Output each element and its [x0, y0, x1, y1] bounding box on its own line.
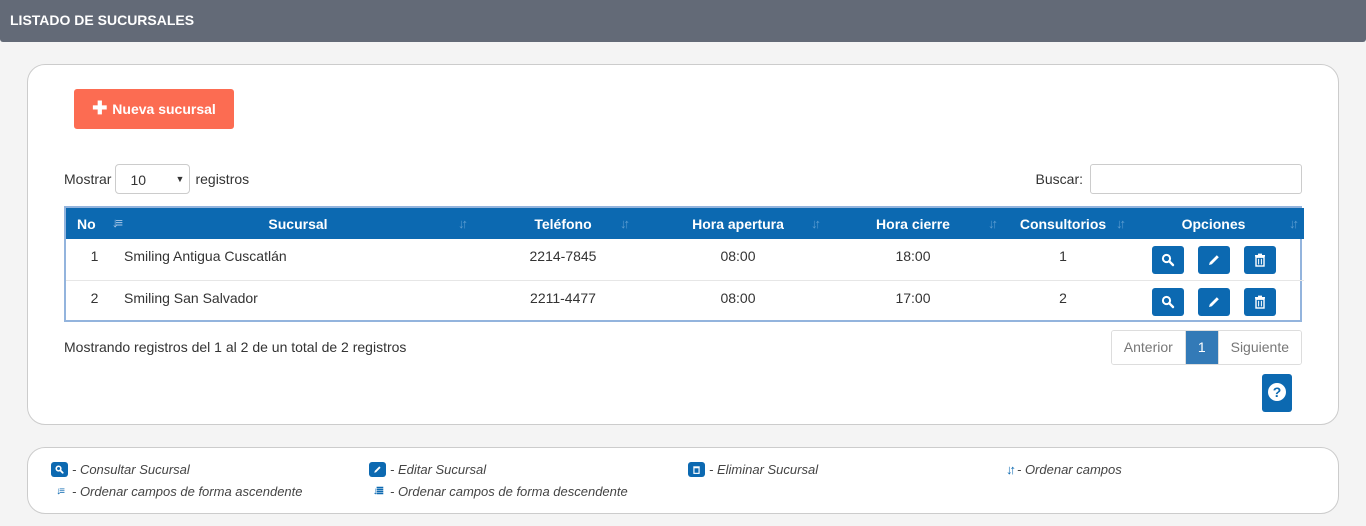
sort-icon: ↓↑ — [458, 216, 468, 231]
sort-icon: ↓↑ — [1116, 216, 1126, 231]
table-header-row: No ↓≡ Sucursal ↓↑ Teléfono ↓↑ Hora apert… — [66, 208, 1304, 239]
icon-legend: - Consultar Sucursal - Editar Sucursal -… — [27, 447, 1339, 514]
column-header-opciones[interactable]: Opciones ↓↑ — [1123, 208, 1304, 239]
branches-table: No ↓≡ Sucursal ↓↑ Teléfono ↓↑ Hora apert… — [64, 206, 1304, 322]
column-header-hora-apertura[interactable]: Hora apertura ↓↑ — [653, 208, 823, 239]
legend-item-sort-desc: ↓≣ - Ordenar campos de forma descendente — [369, 484, 628, 499]
legend-label: - Ordenar campos de forma ascendente — [72, 484, 303, 499]
cell-sucursal: Smiling San Salvador — [124, 289, 258, 306]
legend-label: - Consultar Sucursal — [72, 462, 190, 477]
view-button[interactable] — [1151, 246, 1184, 274]
sort-asc-icon: ↓≡ — [56, 486, 65, 497]
column-header-no[interactable]: No ↓≡ — [66, 208, 123, 239]
column-header-label: Hora apertura — [692, 215, 784, 232]
edit-button[interactable] — [1197, 246, 1230, 274]
search-input[interactable] — [1090, 164, 1302, 194]
plus-icon: ✚ — [92, 98, 108, 118]
search-control: Buscar: — [1036, 164, 1302, 194]
table-row: 1 Smiling Antigua Cuscatlán 2214-7845 08… — [66, 239, 1304, 280]
column-header-label: No — [77, 215, 96, 232]
pencil-icon — [369, 462, 386, 477]
sort-icon: ↓↑ — [988, 216, 998, 231]
sort-icon: ↓↑ — [620, 216, 630, 231]
search-label: Buscar: — [1035, 171, 1083, 187]
pagination: Anterior 1 Siguiente — [1110, 330, 1302, 365]
cell-no: 2 — [90, 289, 99, 306]
legend-item-view: - Consultar Sucursal — [51, 462, 190, 477]
cell-hora-apertura: 08:00 — [720, 289, 756, 306]
legend-item-delete: - Eliminar Sucursal — [688, 462, 818, 477]
main-card: ✚ Nueva sucursal Mostrar 10 ▼ registros … — [27, 64, 1339, 425]
column-header-label: Sucursal — [268, 215, 328, 232]
sort-icon: ↓↑ — [1006, 462, 1016, 477]
page-length-value: 10 — [130, 172, 147, 188]
search-icon — [1161, 295, 1174, 308]
edit-button[interactable] — [1197, 287, 1230, 316]
column-header-label: Hora cierre — [876, 215, 950, 232]
delete-button[interactable] — [1243, 287, 1276, 316]
view-button[interactable] — [1151, 287, 1184, 316]
search-icon — [51, 462, 68, 477]
legend-label: - Editar Sucursal — [390, 462, 487, 477]
cell-telefono: 2214-7845 — [529, 248, 597, 264]
pagination-page-1[interactable]: 1 — [1185, 331, 1218, 364]
search-icon — [1161, 253, 1174, 267]
column-header-hora-cierre[interactable]: Hora cierre ↓↑ — [823, 208, 1003, 239]
page-header: LISTADO DE SUCURSALES — [0, 0, 1366, 42]
new-branch-label: Nueva sucursal — [112, 101, 216, 117]
page-title: LISTADO DE SUCURSALES — [10, 12, 195, 28]
column-header-sucursal[interactable]: Sucursal ↓↑ — [123, 208, 473, 239]
length-prefix: Mostrar — [64, 171, 112, 187]
sort-icon: ↓↑ — [811, 216, 821, 231]
page-length-select[interactable]: 10 ▼ — [115, 164, 191, 194]
page-length-control: Mostrar 10 ▼ registros — [64, 164, 249, 194]
pagination-prev[interactable]: Anterior — [1111, 331, 1186, 364]
cell-opciones — [1123, 239, 1304, 280]
new-branch-button[interactable]: ✚ Nueva sucursal — [74, 89, 234, 129]
length-suffix: registros — [195, 171, 250, 187]
cell-sucursal: Smiling Antigua Cuscatlán — [124, 248, 287, 264]
legend-label: - Eliminar Sucursal — [709, 462, 819, 477]
question-icon: ? — [1268, 383, 1286, 401]
trash-icon — [688, 462, 705, 477]
table-row: 2 Smiling San Salvador 2211-4477 08:00 1… — [66, 280, 1304, 321]
cell-consultorios: 1 — [1059, 248, 1067, 264]
chevron-down-icon: ▼ — [175, 174, 185, 184]
cell-hora-cierre: 18:00 — [895, 248, 931, 264]
legend-item-sort: ↓↑ - Ordenar campos — [1006, 462, 1122, 477]
cell-consultorios: 2 — [1059, 289, 1067, 306]
cell-telefono: 2211-4477 — [530, 289, 596, 306]
cell-hora-cierre: 17:00 — [895, 289, 931, 306]
sort-icon: ↓↑ — [1289, 216, 1299, 231]
cell-no: 1 — [90, 248, 99, 264]
cell-hora-apertura: 08:00 — [720, 248, 756, 264]
trash-icon — [1254, 253, 1265, 267]
column-header-telefono[interactable]: Teléfono ↓↑ — [473, 208, 653, 239]
column-header-label: Consultorios — [1019, 215, 1107, 232]
delete-button[interactable] — [1243, 246, 1276, 274]
help-button[interactable]: ? — [1262, 374, 1292, 412]
sort-desc-icon: ↓≣ — [372, 486, 384, 497]
trash-icon — [1254, 295, 1265, 309]
column-header-label: Teléfono — [534, 215, 592, 232]
pencil-icon — [1208, 296, 1219, 307]
column-header-label: Opciones — [1181, 215, 1246, 232]
column-header-consultorios[interactable]: Consultorios ↓↑ — [1003, 208, 1126, 239]
pagination-next[interactable]: Siguiente — [1217, 331, 1301, 364]
cell-opciones — [1123, 280, 1304, 321]
legend-item-edit: - Editar Sucursal — [369, 462, 486, 477]
legend-item-sort-asc: ↓≡ - Ordenar campos de forma ascendente — [51, 484, 303, 499]
table-info: Mostrando registros del 1 al 2 de un tot… — [64, 339, 407, 355]
pencil-icon — [1208, 255, 1219, 265]
sort-asc-icon: ↓≡ — [111, 215, 123, 230]
legend-label: - Ordenar campos — [1017, 462, 1122, 477]
legend-label: - Ordenar campos de forma descendente — [390, 484, 628, 499]
